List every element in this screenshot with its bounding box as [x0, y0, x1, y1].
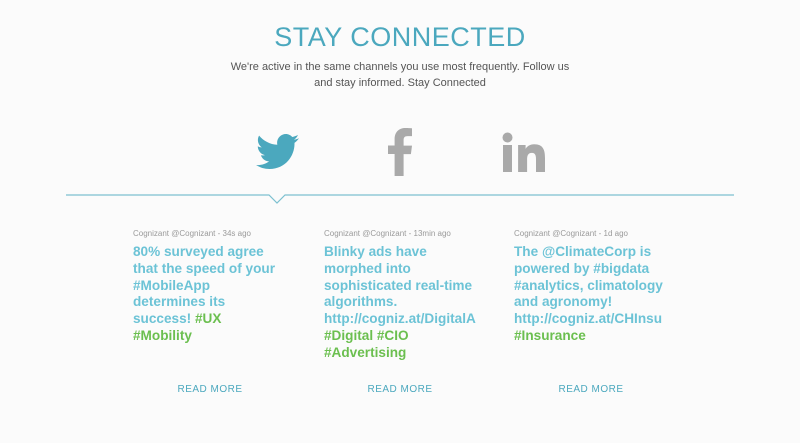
tweet-line: http://cogniz.at/CHInsu [514, 311, 669, 328]
tweet-text-segment: sophisticated real-time [324, 277, 473, 293]
linkedin-in-icon [502, 132, 545, 172]
hashtag-text[interactable]: #Mobility [133, 328, 192, 343]
hashtag-text[interactable]: #Advertising [324, 345, 406, 360]
section-title: STAY CONNECTED [274, 22, 526, 52]
tweet-line: #Mobility [133, 328, 288, 345]
twitter-tab[interactable] [248, 127, 308, 177]
tweet-text-segment: powered by #bigdata [514, 260, 650, 276]
tweet-line: http://cogniz.at/DigitalA [324, 311, 479, 328]
tweet-card-1: Cognizant @Cognizant - 34s ago 80% surve… [133, 229, 288, 345]
tweet-text-segment: http://cogniz.at/DigitalA [324, 311, 476, 327]
section-subtitle: We're active in the same channels you us… [200, 59, 600, 91]
tweet-text: The @ClimateCorp is powered by #bigdata #a… [514, 244, 669, 345]
tab-divider [66, 194, 734, 204]
tweet-line: that the speed of your [133, 261, 288, 278]
tweet-meta: Cognizant @Cognizant - 34s ago [133, 229, 251, 238]
tweet-text-segment: morphed into [324, 260, 411, 276]
tweet-line: The @ClimateCorp is [514, 244, 669, 261]
subtitle-line-1: We're active in the same channels you us… [230, 61, 570, 73]
tweet-card-2: Cognizant @Cognizant - 13min ago Blinky … [324, 229, 479, 362]
tweet-text-segment: algorithms. [324, 294, 398, 310]
tweet-line: 80% surveyed agree [133, 244, 288, 261]
tweet-line: Blinky ads have [324, 244, 479, 261]
tweet-text-segment: #analytics, climatology [514, 277, 663, 293]
twitter-bird-icon [256, 134, 299, 169]
tweet-text: 80% surveyed agree that the speed of your… [133, 244, 288, 345]
tweet-line: powered by #bigdata [514, 261, 669, 278]
tweet-meta: Cognizant @Cognizant - 13min ago [324, 229, 451, 238]
tweet-line: algorithms. [324, 294, 479, 311]
tweet-line: #MobileApp [133, 278, 288, 295]
read-more-link-3[interactable]: READ MORE [531, 384, 651, 395]
facebook-tab[interactable] [370, 127, 430, 177]
tweet-text-segment: that the speed of your [133, 260, 275, 276]
tweet-text-segment: determines its [133, 294, 226, 310]
tweet-line: #Advertising [324, 345, 479, 362]
tweet-text-segment: #MobileApp [133, 277, 211, 293]
hashtag-text[interactable]: #UX [195, 311, 221, 326]
tweet-line: and agronomy! [514, 294, 669, 311]
tweet-line: success! #UX [133, 311, 288, 328]
tweet-line: #Insurance [514, 328, 669, 345]
tweet-line: determines its [133, 294, 288, 311]
hashtag-text[interactable]: #Digital #CIO [324, 328, 409, 343]
subtitle-line-2: and stay informed. Stay Connected [314, 77, 486, 89]
linkedin-tab[interactable] [494, 127, 554, 177]
tweet-text-segment: success! [133, 311, 195, 327]
tweet-text-segment: and agronomy! [514, 294, 613, 310]
tweet-text-segment: Blinky ads have [324, 244, 427, 259]
tweet-card-3: Cognizant @Cognizant - 1d ago The @Clima… [514, 229, 669, 345]
tweet-text-segment: http://cogniz.at/CHInsu [514, 311, 663, 327]
tweet-text-segment: 80% surveyed agree [133, 244, 264, 259]
tweet-line: #Digital #CIO [324, 328, 479, 345]
tweet-line: #analytics, climatology [514, 278, 669, 295]
tweet-meta: Cognizant @Cognizant - 1d ago [514, 229, 628, 238]
read-more-link-1[interactable]: READ MORE [150, 384, 270, 395]
facebook-f-icon [388, 128, 412, 176]
tweet-line: sophisticated real-time [324, 278, 479, 295]
tweet-line: morphed into [324, 261, 479, 278]
tweet-text: Blinky ads have morphed into sophisticated… [324, 244, 479, 362]
hashtag-text[interactable]: #Insurance [514, 328, 586, 343]
tweet-text-segment: The @ClimateCorp is [514, 244, 652, 259]
read-more-link-2[interactable]: READ MORE [340, 384, 460, 395]
